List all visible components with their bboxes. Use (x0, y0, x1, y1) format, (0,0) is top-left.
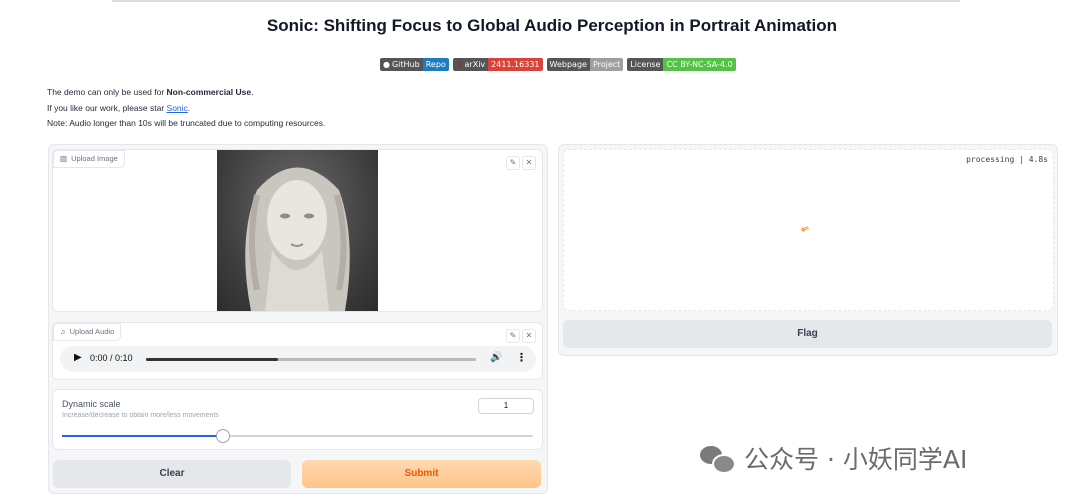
webpage-badge[interactable]: Webpage Project (546, 58, 624, 71)
edit-icon[interactable]: ✎ (506, 156, 520, 170)
badge-value: Project (589, 58, 624, 71)
image-upload-box[interactable]: ▧ Upload Image ✎ ✕ (52, 149, 543, 312)
arxiv-badge[interactable]: ✕ arXiv 2411.16331 (452, 58, 543, 71)
statue-figure (245, 167, 350, 311)
audio-player[interactable]: ▶ 0:00 / 0:10 🔊 ⋮ (60, 346, 536, 372)
watermark: 公众号 · 小妖同学AI (700, 440, 967, 476)
github-badge[interactable]: ● GitHub Repo (380, 58, 449, 71)
audio-seek-bar[interactable] (146, 358, 476, 361)
submit-button[interactable]: Submit (302, 460, 541, 488)
sonic-link[interactable]: Sonic (167, 103, 188, 113)
dynamic-scale-box: Dynamic scale Increase/decrease to obtai… (52, 389, 543, 450)
play-icon[interactable]: ▶ (74, 352, 82, 363)
license-badge[interactable]: License CC BY-NC-SA-4.0 (627, 58, 736, 71)
badge-row: ● GitHub Repo ✕ arXiv 2411.16331 Webpage P… (380, 58, 736, 71)
badge-label: arXiv (464, 60, 486, 69)
badge-value: CC BY-NC-SA-4.0 (663, 58, 736, 71)
badge-label: Webpage (549, 60, 587, 69)
volume-icon[interactable]: 🔊 (490, 352, 502, 363)
description-line-2: If you like our work, please star Sonic. (47, 102, 191, 113)
wechat-icon (700, 444, 736, 474)
portrait-image (217, 150, 378, 311)
badge-value: Repo (422, 58, 449, 71)
slider-number-input[interactable]: 1 (478, 398, 534, 414)
edit-icon[interactable]: ✎ (506, 329, 520, 343)
close-icon[interactable]: ✕ (522, 156, 536, 170)
slider-info: Increase/decrease to obtain more/less mo… (62, 412, 219, 419)
loading-icon: ⇐ (799, 222, 812, 237)
upload-audio-label: ♫ Upload Audio (53, 323, 122, 341)
audio-seek-fill (146, 358, 278, 361)
description-line-3: Note: Audio longer than 10s will be trun… (47, 118, 326, 128)
clear-button[interactable]: Clear (53, 460, 291, 488)
badge-label: GitHub (391, 60, 420, 69)
badge-label: License (630, 60, 661, 69)
page-title: Sonic: Shifting Focus to Global Audio Pe… (266, 16, 838, 35)
watermark-text: 公众号 · 小妖同学AI (744, 445, 968, 474)
arxiv-icon: ✕ (455, 60, 463, 69)
top-bar (112, 0, 960, 2)
badge-value: 2411.16331 (488, 58, 543, 71)
close-icon[interactable]: ✕ (522, 329, 536, 343)
music-icon: ♫ (60, 327, 66, 336)
upload-image-label: ▧ Upload Image (53, 150, 125, 168)
image-icon: ▧ (60, 154, 68, 163)
description: The demo can only be used for Non-commer… (47, 85, 325, 132)
audio-time: 0:00 / 0:10 (90, 353, 133, 363)
slider-thumb[interactable] (216, 429, 231, 443)
description-line-1: The demo can only be used for Non-commer… (47, 87, 254, 97)
slider-label: Dynamic scale (62, 399, 121, 409)
output-video-box: processing | 4.8s ⇐ (563, 149, 1054, 311)
slider-fill (62, 435, 223, 437)
flag-button[interactable]: Flag (563, 320, 1052, 348)
processing-status: processing | 4.8s (966, 155, 1048, 164)
github-icon: ● (383, 60, 390, 69)
slider-track[interactable] (62, 429, 533, 443)
more-options-icon[interactable]: ⋮ (516, 351, 527, 364)
